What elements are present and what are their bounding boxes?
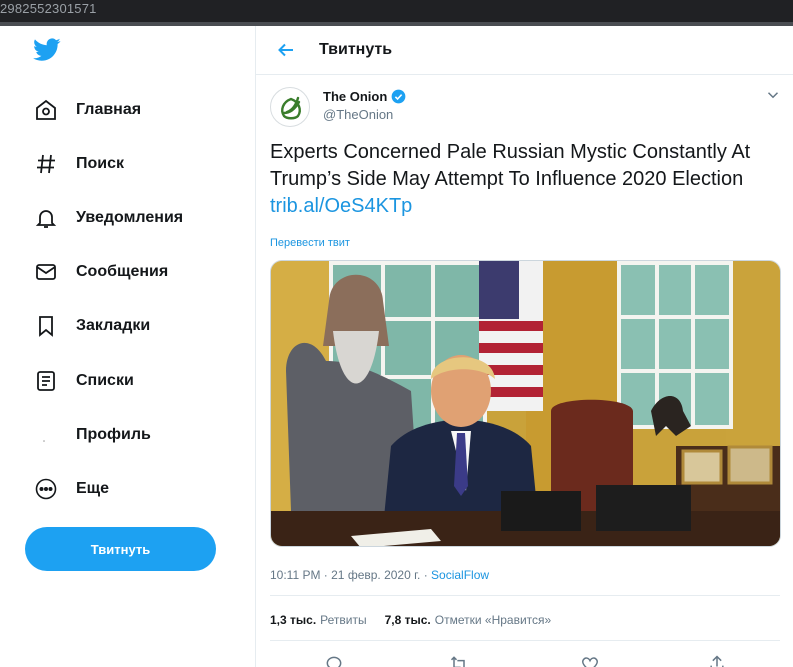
sidebar-item-search[interactable]: Поиск [33, 144, 233, 184]
profile-icon [33, 422, 59, 448]
author-name[interactable]: The Onion [323, 89, 387, 104]
like-icon[interactable] [580, 654, 600, 667]
sidebar-item-label: Еще [76, 480, 110, 497]
url-fragment: 2982552301571 [0, 1, 97, 16]
tweet-meta: 10:11 PM · 21 февр. 2020 г. · SocialFlow [270, 568, 489, 582]
tweet-button[interactable]: Твитнуть [25, 527, 216, 571]
mail-icon [33, 259, 59, 285]
hashtag-icon [33, 151, 59, 177]
sidebar-item-label: Уведомления [76, 209, 184, 226]
sidebar-item-label: Поиск [76, 155, 125, 172]
retweets-count: 1,3 тыс. [270, 613, 317, 627]
meta-separator: · [420, 568, 432, 582]
likes-label: Отметки «Нравится» [434, 613, 552, 627]
share-icon[interactable] [707, 654, 727, 667]
sidebar-item-label: Закладки [76, 317, 151, 334]
sidebar-item-notifications[interactable]: Уведомления [33, 198, 233, 238]
tweet-photo[interactable] [270, 260, 781, 547]
sidebar-item-profile[interactable]: Профиль [33, 415, 233, 455]
likes-stat[interactable]: 7,8 тыс. Отметки «Нравится» [385, 613, 552, 627]
twitter-logo-icon[interactable] [33, 38, 61, 62]
divider [270, 595, 780, 596]
reply-icon[interactable] [324, 654, 344, 667]
retweets-label: Ретвиты [320, 613, 367, 627]
sidebar-item-home[interactable]: Главная [33, 90, 233, 130]
sidebar-item-label: Профиль [76, 426, 151, 443]
sidebar-nav: Главная Поиск Уведомления Сообщения Закл… [0, 26, 255, 667]
likes-count: 7,8 тыс. [384, 613, 431, 627]
sidebar-item-label: Списки [76, 372, 134, 389]
tweet-body: Experts Concerned Pale Russian Mystic Co… [270, 141, 751, 190]
retweets-stat[interactable]: 1,3 тыс. Ретвиты [270, 613, 367, 627]
tweet-timestamp[interactable]: 10:11 PM · 21 февр. 2020 г. [270, 568, 420, 582]
verified-badge-icon [391, 89, 406, 104]
sidebar-item-messages[interactable]: Сообщения [33, 252, 233, 292]
sidebar-item-label: Главная [76, 101, 142, 118]
chevron-down-icon[interactable] [764, 86, 782, 104]
bookmark-icon [33, 313, 59, 339]
tweet-source[interactable]: SocialFlow [431, 568, 489, 582]
author-handle[interactable]: @TheOnion [323, 107, 393, 122]
sidebar-item-lists[interactable]: Списки [33, 361, 233, 401]
translate-tweet-link[interactable]: Перевести твит [270, 237, 350, 249]
main-column: Твитнуть The Onion @TheOnion Experts Con… [255, 26, 793, 667]
sidebar-item-label: Сообщения [76, 263, 169, 280]
bell-icon [33, 205, 59, 231]
more-icon [33, 476, 59, 502]
tweet-link[interactable]: trib.al/OeS4KTp [270, 195, 412, 217]
list-icon [33, 368, 59, 394]
sidebar-item-bookmarks[interactable]: Закладки [33, 306, 233, 346]
divider [270, 640, 780, 641]
tweet-text: Experts Concerned Pale Russian Mystic Co… [270, 139, 780, 220]
browser-top-bar: 2982552301571 [0, 0, 793, 22]
retweet-icon[interactable] [449, 654, 469, 667]
page-title: Твитнуть [319, 41, 393, 58]
avatar[interactable] [270, 87, 310, 127]
back-arrow-icon[interactable] [274, 38, 298, 62]
tweet-stats: 1,3 тыс. Ретвиты 7,8 тыс. Отметки «Нравитс… [270, 613, 569, 627]
page-header: Твитнуть [256, 26, 793, 75]
sidebar-item-more[interactable]: Еще [33, 469, 233, 509]
home-icon [33, 97, 59, 123]
